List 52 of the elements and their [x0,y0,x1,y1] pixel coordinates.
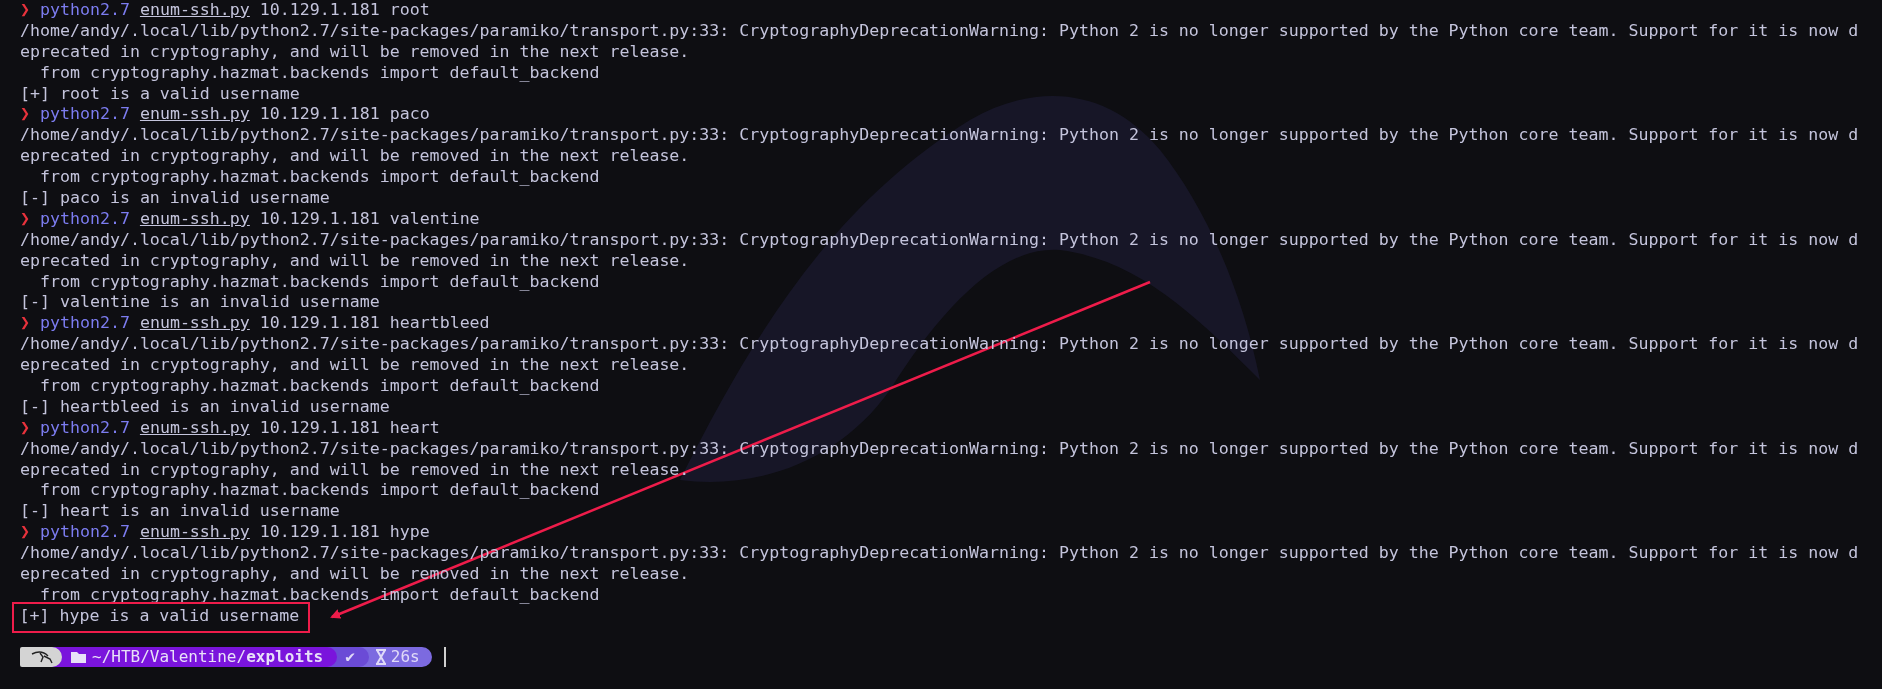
command-text: python2.7 [40,417,130,437]
script-name: enum-ssh.py [139,0,250,19]
result-line: [-] heartbleed is an invalid username [20,396,390,416]
os-logo-icon [20,646,62,667]
output-line: from cryptography.hazmat.backends import default_backend [38,271,600,291]
command-args: 10.129.1.181 valentine [259,208,480,228]
output-line: from cryptography.hazmat.backends import default_backend [38,62,600,82]
output-line: eprecated in cryptography, and will be removed in the next release. [20,41,690,61]
output-line: eprecated in cryptography, and will be removed in the next release. [20,250,690,270]
text-cursor [443,646,446,667]
script-name: enum-ssh.py [139,104,250,124]
output-line: eprecated in cryptography, and will be removed in the next release. [20,146,690,166]
command-text: python2.7 [40,208,130,228]
script-name: enum-ssh.py [139,208,250,228]
output-line: from cryptography.hazmat.backends import default_backend [38,376,600,396]
command-args: 10.129.1.181 heart [259,417,440,437]
prompt-arrow: ❯ [20,208,30,228]
command-args: 10.129.1.181 hype [259,522,430,542]
output-line: /home/andy/.local/lib/python2.7/site-packages/paramiko/transport.py:33: CryptographyDeprecationWarning: Python 2 is no longer supported by the Python core team. Support for it is now d [20,20,1859,40]
prompt-arrow: ❯ [20,0,30,19]
script-name: enum-ssh.py [139,417,250,437]
prompt-arrow: ❯ [20,104,30,124]
command-text: python2.7 [40,313,130,333]
command-args: 10.129.1.181 root [259,0,430,19]
output-line: eprecated in cryptography, and will be removed in the next release. [20,355,690,375]
prompt-arrow: ❯ [20,313,30,333]
script-name: enum-ssh.py [139,313,250,333]
command-args: 10.129.1.181 paco [259,104,430,124]
output-line: /home/andy/.local/lib/python2.7/site-packages/paramiko/transport.py:33: CryptographyDeprecationWarning: Python 2 is no longer supported by the Python core team. Support for it is now d [20,125,1859,145]
prompt-arrow: ❯ [20,522,30,542]
command-text: python2.7 [40,522,130,542]
result-line: [-] heart is an invalid username [20,501,340,521]
output-line: from cryptography.hazmat.backends import default_backend [38,167,600,187]
result-line: [+] hype is a valid username [19,605,300,625]
result-line: [-] valentine is an invalid username [20,292,380,312]
hourglass-icon [374,648,387,665]
result-line: [-] paco is an invalid username [20,188,330,207]
script-name: enum-ssh.py [139,522,250,542]
status-check: ✔ [345,647,355,667]
result-line: [+] root is a valid username [20,83,300,103]
folder-icon [70,649,88,664]
path-text: ~/HTB/Valentine/exploits [92,647,324,667]
command-text: python2.7 [40,0,130,19]
output-line: from cryptography.hazmat.backends import default_backend [38,584,600,604]
output-line: /home/andy/.local/lib/python2.7/site-packages/paramiko/transport.py:33: CryptographyDeprecationWarning: Python 2 is no longer supported by the Python core team. Support for it is now d [20,438,1859,458]
output-line: from cryptography.hazmat.backends import default_backend [38,480,600,500]
prompt-arrow: ❯ [20,417,30,437]
command-text: python2.7 [40,104,130,124]
duration-text: 26s [390,647,420,667]
command-args: 10.129.1.181 heartbleed [259,313,490,333]
output-line: eprecated in cryptography, and will be removed in the next release. [20,459,690,479]
output-line: /home/andy/.local/lib/python2.7/site-packages/paramiko/transport.py:33: CryptographyDeprecationWarning: Python 2 is no longer supported by the Python core team. Support for it is now d [20,229,1859,249]
